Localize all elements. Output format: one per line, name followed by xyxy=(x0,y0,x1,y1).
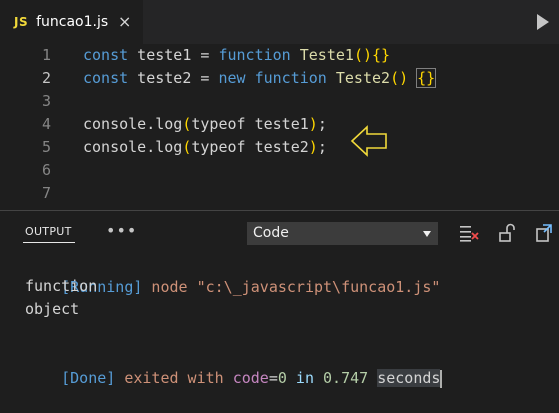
run-code-icon[interactable] xyxy=(537,14,549,30)
seconds-selected-text: seconds xyxy=(377,369,441,387)
done-in: in xyxy=(286,369,324,387)
code-token: ; xyxy=(317,138,327,156)
code-token: typeof xyxy=(191,115,246,133)
code-line[interactable]: 6 xyxy=(0,159,559,182)
line-number: 5 xyxy=(41,138,51,156)
code-line[interactable]: 4 console.log(typeof teste1); xyxy=(0,113,559,136)
output-done-line: [Done] exited with code=0 in 0.747 secon… xyxy=(25,344,443,413)
output-panel: OUTPUT ••• Code [Running] node "c:\_java… xyxy=(0,210,559,410)
more-actions-icon[interactable]: ••• xyxy=(106,221,137,240)
arrow-left-icon xyxy=(350,125,387,157)
line-number: 1 xyxy=(41,46,51,64)
code-line[interactable]: 2 const teste2 = new function Teste2() {} xyxy=(0,67,559,90)
code-token: function xyxy=(254,69,327,87)
running-command: node "c:\_javascript\funcao1.js" xyxy=(142,278,441,296)
line-number: 3 xyxy=(41,92,51,110)
code-text: const teste1 = function Teste1(){} xyxy=(83,44,390,67)
lock-scroll-icon[interactable] xyxy=(498,223,516,243)
done-space xyxy=(368,369,377,387)
code-token: function xyxy=(218,46,291,64)
code-token: teste1 = xyxy=(128,46,219,64)
output-channel-select[interactable]: Code xyxy=(247,222,438,245)
code-line[interactable]: 3 xyxy=(0,90,559,113)
output-result-2: object xyxy=(25,300,80,318)
editor-tab-bar: JS funcao1.js × xyxy=(0,0,559,44)
code-token: Teste1 xyxy=(299,46,354,64)
code-token: Teste2 xyxy=(335,69,391,87)
line-number: 7 xyxy=(41,184,51,202)
code-line[interactable]: 5 console.log(typeof teste2); xyxy=(0,136,559,159)
code-token: const xyxy=(83,46,129,64)
done-text: exited with xyxy=(115,369,233,387)
output-result-1: function xyxy=(25,277,98,295)
code-token: {} xyxy=(372,46,391,64)
code-token: new xyxy=(218,69,246,87)
code-line[interactable]: 1 const teste1 = function Teste1(){} xyxy=(0,44,559,67)
chevron-down-icon xyxy=(423,231,431,237)
code-token: () xyxy=(390,69,409,87)
tab-output[interactable]: OUTPUT xyxy=(25,225,72,238)
code-text: const teste2 = new function Teste2() {} xyxy=(83,67,437,90)
elapsed-time: 0.747 xyxy=(323,369,369,387)
output-channel-value: Code xyxy=(253,225,289,241)
code-token: () xyxy=(353,46,372,64)
code-text: console.log(typeof teste2); xyxy=(83,136,327,159)
active-tab-indicator xyxy=(23,242,75,243)
editor-tab-funcao1[interactable]: JS funcao1.js × xyxy=(0,0,143,44)
clear-output-icon[interactable] xyxy=(459,223,479,243)
javascript-file-icon: JS xyxy=(14,15,29,29)
code-line[interactable]: 7 xyxy=(0,182,559,205)
text-cursor xyxy=(440,369,443,388)
close-tab-icon[interactable]: × xyxy=(118,12,131,32)
open-in-editor-icon[interactable] xyxy=(535,223,553,243)
code-token: console.log xyxy=(83,115,183,133)
line-number: 6 xyxy=(41,161,51,179)
code-token: typeof xyxy=(191,138,246,156)
exit-code-value: 0 xyxy=(277,369,287,387)
done-tag: [Done] xyxy=(61,369,116,387)
code-token: ; xyxy=(317,115,327,133)
code-token: teste2 = xyxy=(128,69,219,87)
code-token: ) xyxy=(308,138,318,156)
line-number: 4 xyxy=(41,115,51,133)
code-token: const xyxy=(83,69,129,87)
code-token: console.log xyxy=(83,138,183,156)
done-equals: = xyxy=(268,369,278,387)
done-code-label: code xyxy=(232,369,269,387)
code-editor[interactable]: 1 const teste1 = function Teste1(){} 2 cons… xyxy=(0,44,559,210)
code-token: teste2 xyxy=(245,138,309,156)
code-token: teste1 xyxy=(245,115,309,133)
line-number: 2 xyxy=(41,69,51,87)
code-token: {} xyxy=(416,68,437,88)
tab-filename: funcao1.js xyxy=(36,14,109,30)
code-token: ) xyxy=(308,115,318,133)
code-text: console.log(typeof teste1); xyxy=(83,113,327,136)
